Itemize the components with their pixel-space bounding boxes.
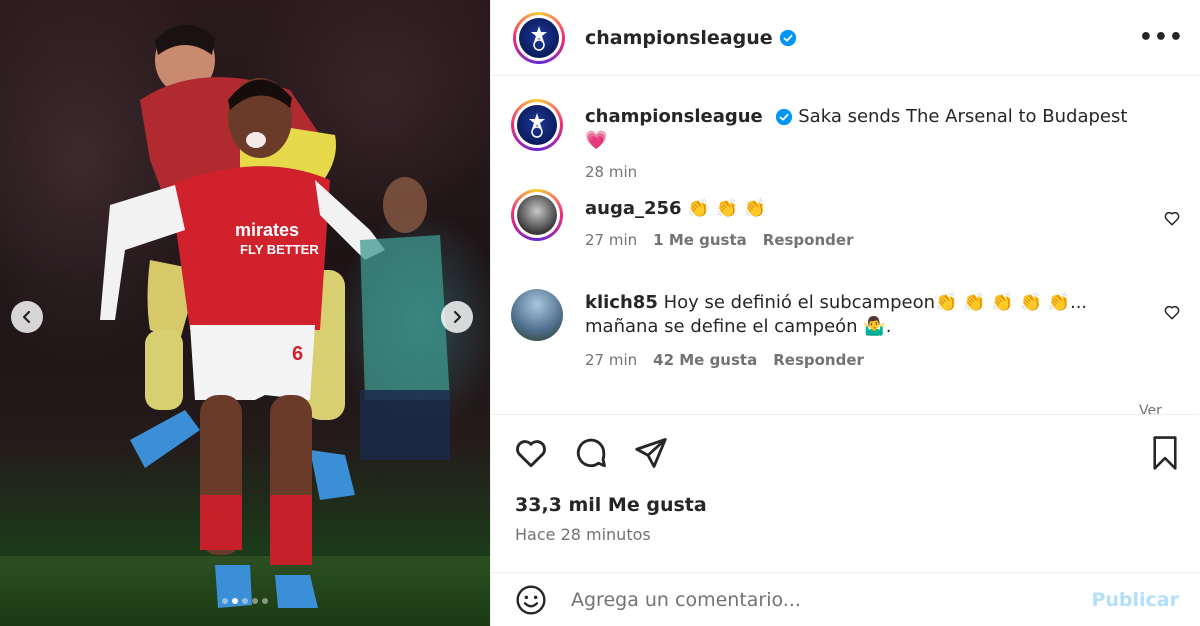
players-illustration: mirates FLY BETTER 6 <box>100 24 450 608</box>
post-header: championsleague ••• <box>491 0 1200 76</box>
commenter-username[interactable]: auga_256 <box>585 198 682 219</box>
emoji-picker-icon[interactable] <box>515 584 547 616</box>
comment-item: auga_256 👏 👏 👏 27 min 1 Me gusta Respond… <box>511 189 1181 259</box>
likes-count[interactable]: 33,3 mil Me gusta <box>515 494 707 516</box>
comment-text-continued: mañana se define el campeón 🤷‍♂️. <box>585 316 892 337</box>
comment-text: Hoy se definió el subcampeon👏 👏 👏 👏 👏... <box>663 292 1088 313</box>
caption-text: Saka sends The Arsenal to Budapest <box>798 106 1128 127</box>
verified-badge-icon <box>779 29 796 46</box>
commenter-avatar[interactable] <box>511 289 563 341</box>
champions-league-logo <box>517 105 557 145</box>
post-modal: mirates FLY BETTER 6 championsleague •••… <box>0 0 1200 626</box>
caption-time: 28 min <box>585 163 638 181</box>
carousel-dot <box>242 598 248 604</box>
chevron-left-icon <box>22 310 31 324</box>
like-comment-heart-icon[interactable] <box>1163 303 1181 321</box>
caption-item: championsleague Saka sends The Arsenal t… <box>511 99 1181 181</box>
carousel-dot-active <box>232 598 238 604</box>
action-icons <box>513 435 669 471</box>
comment-composer: Publicar <box>491 572 1199 626</box>
comments-list: championsleague Saka sends The Arsenal t… <box>491 77 1199 415</box>
comment-time: 27 min <box>585 351 638 369</box>
more-options-button[interactable]: ••• <box>1139 25 1184 50</box>
comment-text: 👏 👏 👏 <box>687 198 766 219</box>
publish-button[interactable]: Publicar <box>1091 589 1179 611</box>
post-photo[interactable]: mirates FLY BETTER 6 <box>0 0 490 626</box>
share-send-icon[interactable] <box>633 435 669 471</box>
reply-button[interactable]: Responder <box>773 351 864 369</box>
carousel-dot <box>262 598 268 604</box>
caption-avatar[interactable] <box>511 99 563 151</box>
like-heart-icon[interactable] <box>513 435 549 471</box>
champions-league-logo <box>519 17 559 58</box>
comment-time: 27 min <box>585 231 638 249</box>
commenter-username[interactable]: klich85 <box>585 292 658 313</box>
post-actions: 33,3 mil Me gusta Hace 28 minutos <box>491 414 1199 590</box>
carousel-indicators <box>0 598 490 604</box>
comment-likes[interactable]: 1 Me gusta <box>653 231 747 249</box>
carousel-dot <box>252 598 258 604</box>
comment-input[interactable] <box>571 588 1092 611</box>
svg-text:6: 6 <box>292 343 303 365</box>
author-username[interactable]: championsleague <box>585 27 773 49</box>
save-bookmark-icon[interactable] <box>1149 435 1181 471</box>
svg-text:FLY BETTER: FLY BETTER <box>240 242 319 257</box>
post-details-panel: championsleague ••• championsleague Saka… <box>490 0 1200 626</box>
verified-badge-icon <box>775 108 792 126</box>
carousel-dot <box>222 598 228 604</box>
commenter-avatar[interactable] <box>511 189 563 241</box>
next-photo-button[interactable] <box>441 301 473 333</box>
previous-photo-button[interactable] <box>11 301 43 333</box>
like-comment-heart-icon[interactable] <box>1163 209 1181 227</box>
comment-likes[interactable]: 42 Me gusta <box>653 351 757 369</box>
heart-emoji: 💗 <box>585 130 608 151</box>
svg-text:mirates: mirates <box>235 220 299 240</box>
comment-icon[interactable] <box>573 435 609 471</box>
reply-button[interactable]: Responder <box>763 231 854 249</box>
chevron-right-icon <box>453 310 462 324</box>
post-timestamp: Hace 28 minutos <box>515 525 651 544</box>
caption-username[interactable]: championsleague <box>585 106 763 127</box>
author-avatar[interactable] <box>513 11 565 64</box>
comment-item: klich85 Hoy se definió el subcampeon👏 👏 … <box>511 289 1181 389</box>
